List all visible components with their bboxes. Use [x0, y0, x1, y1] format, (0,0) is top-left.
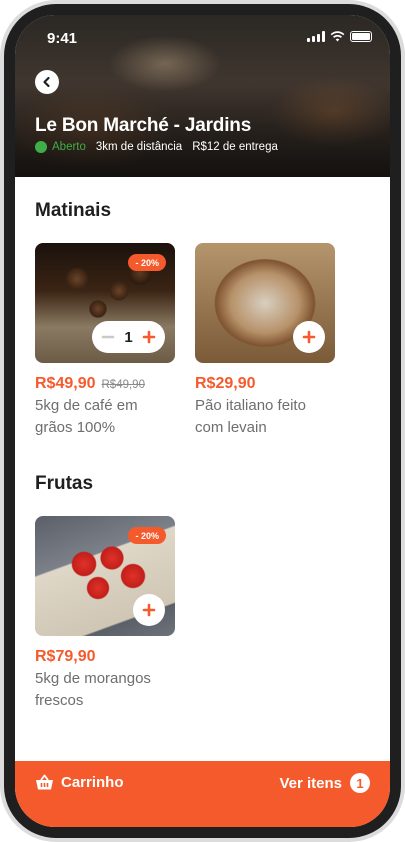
chevron-left-icon [43, 76, 50, 88]
product-card-bread[interactable]: R$29,90 Pão italiano feito com levain [195, 243, 335, 439]
quantity-stepper[interactable]: 1 [92, 321, 165, 353]
product-card-strawberries[interactable]: - 20% R$79,90 5kg de morangos frescos [35, 516, 175, 712]
open-status-dot-icon [35, 141, 47, 153]
signal-icon [307, 31, 325, 42]
price-row: R$79,90 [35, 648, 175, 666]
store-distance: 3km de distância [95, 141, 183, 153]
cart-count-badge: 1 [350, 773, 370, 793]
basket-icon [36, 774, 53, 790]
store-name: Le Bon Marché - Jardins [35, 115, 252, 136]
price-row: R$49,90 R$49,90 [35, 375, 175, 393]
product-description: 5kg de morangos frescos [35, 670, 151, 709]
product-description: 5kg de café em grãos 100% [35, 397, 138, 436]
discount-badge: - 20% [128, 254, 166, 271]
plus-icon[interactable] [142, 330, 156, 344]
app-screen: 9:41 Le Bon Marché - Jardins Aberto 3km … [15, 15, 390, 827]
phone-frame: 9:41 Le Bon Marché - Jardins Aberto 3km … [0, 0, 405, 842]
wifi-icon [330, 31, 345, 42]
plus-icon [302, 330, 316, 344]
product-card-coffee[interactable]: - 20% 1 R$49,90 R$49,90 5kg de café em g… [35, 243, 175, 439]
see-items-label: Ver itens [279, 774, 342, 792]
back-button[interactable] [35, 70, 59, 94]
status-bar: 9:41 [15, 15, 390, 59]
minus-icon[interactable] [101, 330, 115, 344]
status-time: 9:41 [47, 30, 78, 47]
phone-bezel: 9:41 Le Bon Marché - Jardins Aberto 3km … [4, 4, 401, 838]
discount-badge: - 20% [128, 527, 166, 544]
quantity-value: 1 [124, 328, 133, 346]
plus-icon [142, 603, 156, 617]
bread-loaf-image [195, 243, 335, 363]
cart-bottom-bar: Carrinho Ver itens 1 [15, 761, 390, 827]
cart-button[interactable]: Carrinho [35, 774, 124, 791]
add-to-cart-button[interactable] [133, 594, 165, 626]
battery-icon [350, 31, 372, 42]
see-items-button[interactable]: Ver itens 1 [279, 773, 370, 793]
coffee-beans-image: - 20% 1 [35, 243, 175, 363]
status-icons [307, 31, 372, 42]
product-price: R$79,90 [35, 648, 96, 665]
price-row: R$29,90 [195, 375, 335, 393]
store-meta: Aberto 3km de distância R$12 de entrega [35, 141, 278, 153]
add-to-cart-button[interactable] [293, 321, 325, 353]
delivery-fee: R$12 de entrega [192, 141, 278, 153]
section-title-matinais: Matinais [35, 200, 112, 221]
product-description: Pão italiano feito com levain [195, 397, 306, 436]
product-price: R$49,90 [35, 375, 96, 392]
product-price: R$29,90 [195, 375, 256, 392]
section-title-frutas: Frutas [35, 473, 94, 494]
cart-label: Carrinho [61, 774, 124, 791]
open-status: Aberto [35, 141, 86, 153]
open-status-label: Aberto [52, 141, 86, 153]
strawberries-image: - 20% [35, 516, 175, 636]
product-old-price: R$49,90 [101, 379, 145, 391]
